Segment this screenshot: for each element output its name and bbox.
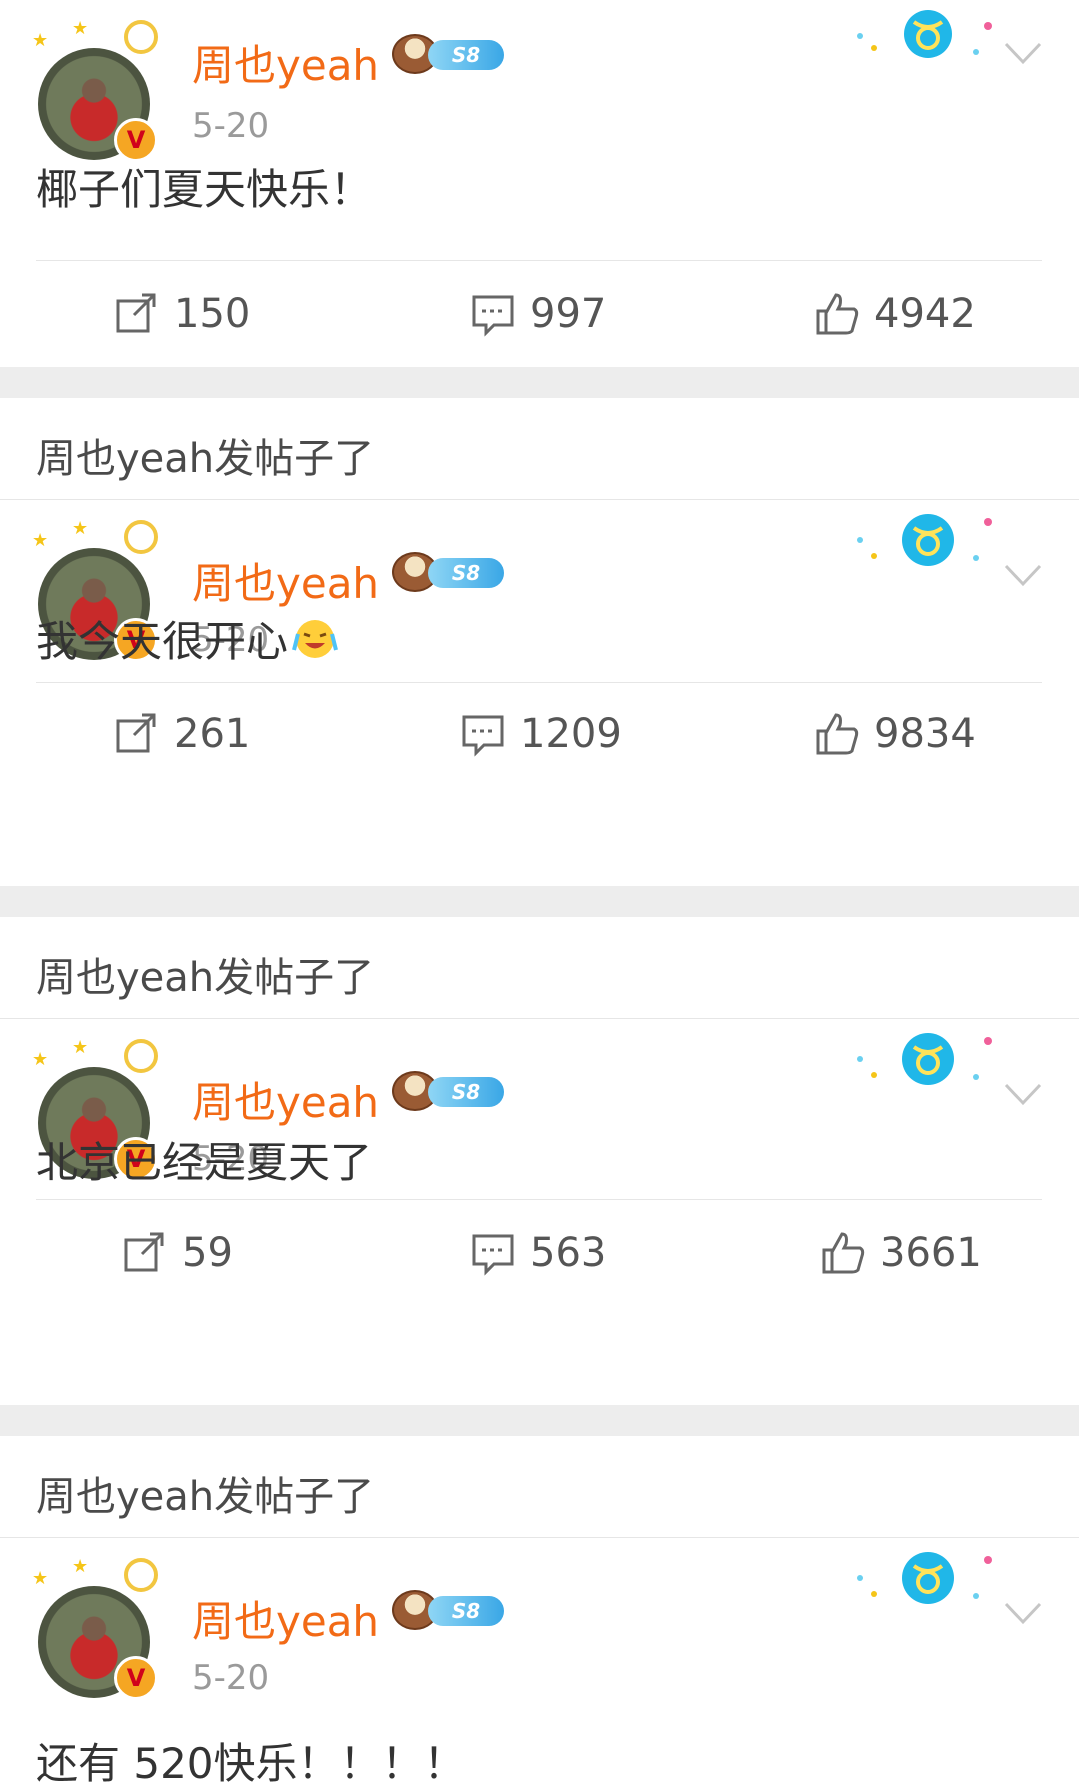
- star-decoration-icon: ★: [72, 18, 89, 39]
- post-card: ★ ★ V 周也yeah S8 5-20 椰子们夏天快乐！ 150 997 49…: [0, 0, 1079, 367]
- chevron-down-icon[interactable]: [1004, 1083, 1042, 1107]
- repost-icon: [116, 293, 156, 333]
- comment-icon: [472, 1234, 514, 1276]
- level-label: S8: [428, 558, 504, 588]
- repost-count: 59: [182, 1230, 233, 1276]
- divider: [36, 682, 1042, 683]
- like-icon: [822, 1232, 865, 1274]
- star-decoration-icon: ★: [72, 518, 89, 539]
- comment-icon: [462, 715, 504, 757]
- repost-icon: [116, 713, 156, 753]
- chevron-down-icon[interactable]: [1004, 1602, 1042, 1626]
- chevron-down-icon[interactable]: [1004, 564, 1042, 588]
- username[interactable]: 周也yeah: [192, 32, 379, 93]
- like-button[interactable]: 4942: [814, 286, 976, 342]
- post-date: 5-20: [192, 1658, 270, 1698]
- section-header: 周也yeah发帖子了: [0, 917, 1079, 1019]
- like-icon: [816, 293, 859, 335]
- level-label: S8: [428, 1596, 504, 1626]
- username[interactable]: 周也yeah: [192, 1069, 379, 1130]
- level-label: S8: [428, 40, 504, 70]
- level-label: S8: [428, 1077, 504, 1107]
- section-gap: [0, 367, 1079, 398]
- taurus-sign-icon: [857, 514, 992, 566]
- like-icon: [816, 713, 859, 755]
- taurus-frame-icon: [124, 1039, 158, 1073]
- star-decoration-icon: ★: [32, 30, 49, 51]
- comment-button[interactable]: 1209: [460, 706, 622, 762]
- taurus-sign-icon: [857, 1033, 992, 1085]
- section-gap: [0, 1405, 1079, 1436]
- comment-icon: [472, 295, 514, 337]
- post-content: 北京已经是夏天了: [36, 1138, 373, 1187]
- like-count: 4942: [874, 291, 976, 337]
- comment-count: 997: [530, 291, 607, 337]
- comment-count: 563: [530, 1230, 607, 1276]
- section-gap: [0, 886, 1079, 917]
- post-content: 我今天很开心: [36, 617, 289, 666]
- star-decoration-icon: ★: [32, 1568, 49, 1589]
- chevron-down-icon[interactable]: [1004, 42, 1042, 66]
- header-text: 周也yeah发帖子了: [36, 436, 375, 482]
- post-date: 5-20: [192, 106, 270, 146]
- comment-button[interactable]: 563: [470, 1225, 606, 1281]
- repost-icon: [124, 1232, 164, 1272]
- taurus-frame-icon: [124, 520, 158, 554]
- repost-count: 150: [174, 291, 251, 337]
- level-badge: S8: [392, 1586, 504, 1630]
- comment-count: 1209: [520, 711, 622, 757]
- star-decoration-icon: ★: [72, 1037, 89, 1058]
- section-header: 周也yeah发帖子了: [0, 1436, 1079, 1538]
- post-content: 椰子们夏天快乐！: [36, 165, 373, 214]
- level-badge: S8: [392, 30, 504, 74]
- avatar[interactable]: ★ ★ V: [32, 1552, 162, 1700]
- like-button[interactable]: 9834: [814, 706, 976, 762]
- star-decoration-icon: ★: [32, 530, 49, 551]
- header-text: 周也yeah发帖子了: [36, 955, 375, 1001]
- post-content: 还有 520快乐！！！！: [36, 1739, 466, 1788]
- repost-button[interactable]: 261: [114, 706, 250, 762]
- repost-count: 261: [174, 711, 251, 757]
- username[interactable]: 周也yeah: [192, 1588, 379, 1649]
- level-badge: S8: [392, 1067, 504, 1111]
- header-text: 周也yeah发帖子了: [36, 1474, 375, 1520]
- like-button[interactable]: 3661: [820, 1225, 982, 1281]
- post-card: ★ ★ V 周也yeah S8 5-20 北京已经是夏天了 59 563 366…: [0, 1019, 1079, 1405]
- taurus-frame-icon: [124, 20, 158, 54]
- like-count: 3661: [880, 1230, 982, 1276]
- level-badge: S8: [392, 548, 504, 592]
- like-count: 9834: [874, 711, 976, 757]
- repost-button[interactable]: 59: [122, 1225, 233, 1281]
- section-header: 周也yeah发帖子了: [0, 398, 1079, 500]
- post-content-row: 我今天很开心: [36, 608, 338, 669]
- divider: [36, 260, 1042, 261]
- divider: [36, 1199, 1042, 1200]
- repost-button[interactable]: 150: [114, 286, 250, 342]
- taurus-sign-icon: [857, 1552, 992, 1604]
- taurus-sign-icon: [857, 10, 992, 58]
- star-decoration-icon: ★: [32, 1049, 49, 1070]
- comment-button[interactable]: 997: [470, 286, 606, 342]
- post-card: ★ ★ V 周也yeah S8 5-20 还有 520快乐！！！！: [0, 1538, 1079, 1788]
- taurus-frame-icon: [124, 1558, 158, 1592]
- laughing-crying-emoji-icon: [292, 619, 338, 658]
- post-card: ★ ★ V 周也yeah S8 5-20 我今天很开心 261 1209 983…: [0, 500, 1079, 886]
- avatar[interactable]: ★ ★ V: [32, 14, 162, 162]
- star-decoration-icon: ★: [72, 1556, 89, 1577]
- username[interactable]: 周也yeah: [192, 550, 379, 611]
- verified-badge-icon: V: [114, 1656, 158, 1700]
